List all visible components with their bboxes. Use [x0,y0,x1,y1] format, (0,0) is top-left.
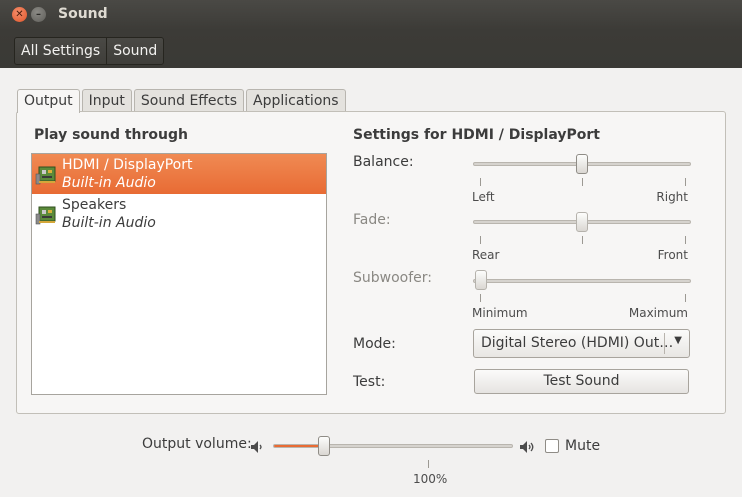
fade-slider-handle[interactable] [576,212,588,232]
balance-tick-left [480,178,481,186]
subwoofer-slider-handle[interactable] [475,270,487,290]
volume-percent-label: 100% [413,472,448,486]
balance-max-label: Right [656,190,688,204]
subwoofer-tick-left [480,294,481,302]
window-title: Sound [58,6,108,22]
close-window-button[interactable]: ✕ [12,7,27,22]
output-volume-slider-handle[interactable] [318,436,330,456]
subwoofer-min-label: Minimum [472,306,528,320]
subwoofer-tick-right [685,294,686,302]
sound-card-icon [35,166,56,185]
tab-applications[interactable]: Applications [246,89,346,111]
balance-tick-center [582,178,583,186]
output-volume-label: Output volume: [142,436,252,452]
device-subtitle: Built-in Audio [62,175,156,191]
fade-label: Fade: [353,212,391,228]
output-volume-slider-track[interactable] [273,444,513,448]
subwoofer-max-label: Maximum [628,306,688,320]
balance-label: Balance: [353,154,414,170]
volume-high-icon [520,441,534,453]
test-label: Test: [353,374,386,390]
output-device-list[interactable]: HDMI / DisplayPort Built-in Audio Speake… [31,153,327,395]
volume-fill [274,445,320,447]
mode-dropdown[interactable]: Digital Stereo (HDMI) Out… ▼ [473,329,690,358]
mute-checkbox[interactable] [545,439,559,453]
play-sound-through-heading: Play sound through [34,127,188,143]
fade-tick-right [685,236,686,244]
device-speakers[interactable]: Speakers Built-in Audio [32,194,326,234]
device-subtitle: Built-in Audio [62,215,156,231]
device-name: HDMI / DisplayPort [62,157,193,173]
sound-crumb-button[interactable]: Sound [107,38,163,64]
mode-label: Mode: [353,336,396,352]
title-bar: ✕ – Sound [0,0,742,30]
fade-min-label: Rear [472,248,500,262]
minimize-window-button[interactable]: – [31,7,46,22]
balance-slider-handle[interactable] [576,154,588,174]
breadcrumb: All Settings Sound [14,37,165,65]
toolbar: All Settings Sound [0,30,742,68]
settings-heading: Settings for HDMI / DisplayPort [353,127,600,143]
device-name: Speakers [62,197,127,213]
balance-tick-right [685,178,686,186]
tab-bar: Output Input Sound Effects Applications [17,89,348,113]
sound-settings-window: ✕ – Sound All Settings Sound Output Inpu… [0,0,742,497]
sound-card-icon [35,206,56,225]
chevron-down-icon: ▼ [674,335,682,346]
volume-low-icon [251,441,262,453]
mode-selected-value: Digital Stereo (HDMI) Out… [481,335,674,351]
subwoofer-label: Subwoofer: [353,270,432,286]
device-hdmi-displayport[interactable]: HDMI / DisplayPort Built-in Audio [32,154,326,194]
tab-input[interactable]: Input [81,89,132,111]
dropdown-separator [664,333,665,354]
close-icon: ✕ [15,9,24,20]
minimize-icon: – [36,9,41,20]
fade-max-label: Front [657,248,688,262]
tab-sound-effects[interactable]: Sound Effects [133,89,245,111]
tab-output[interactable]: Output [17,89,80,113]
all-settings-button[interactable]: All Settings [15,38,108,64]
balance-min-label: Left [472,190,495,204]
test-sound-button[interactable]: Test Sound [474,369,689,394]
mute-label[interactable]: Mute [565,438,600,454]
fade-tick-left [480,236,481,244]
volume-100-tick [428,460,429,468]
subwoofer-slider-track[interactable] [473,279,691,283]
fade-tick-center [582,236,583,244]
